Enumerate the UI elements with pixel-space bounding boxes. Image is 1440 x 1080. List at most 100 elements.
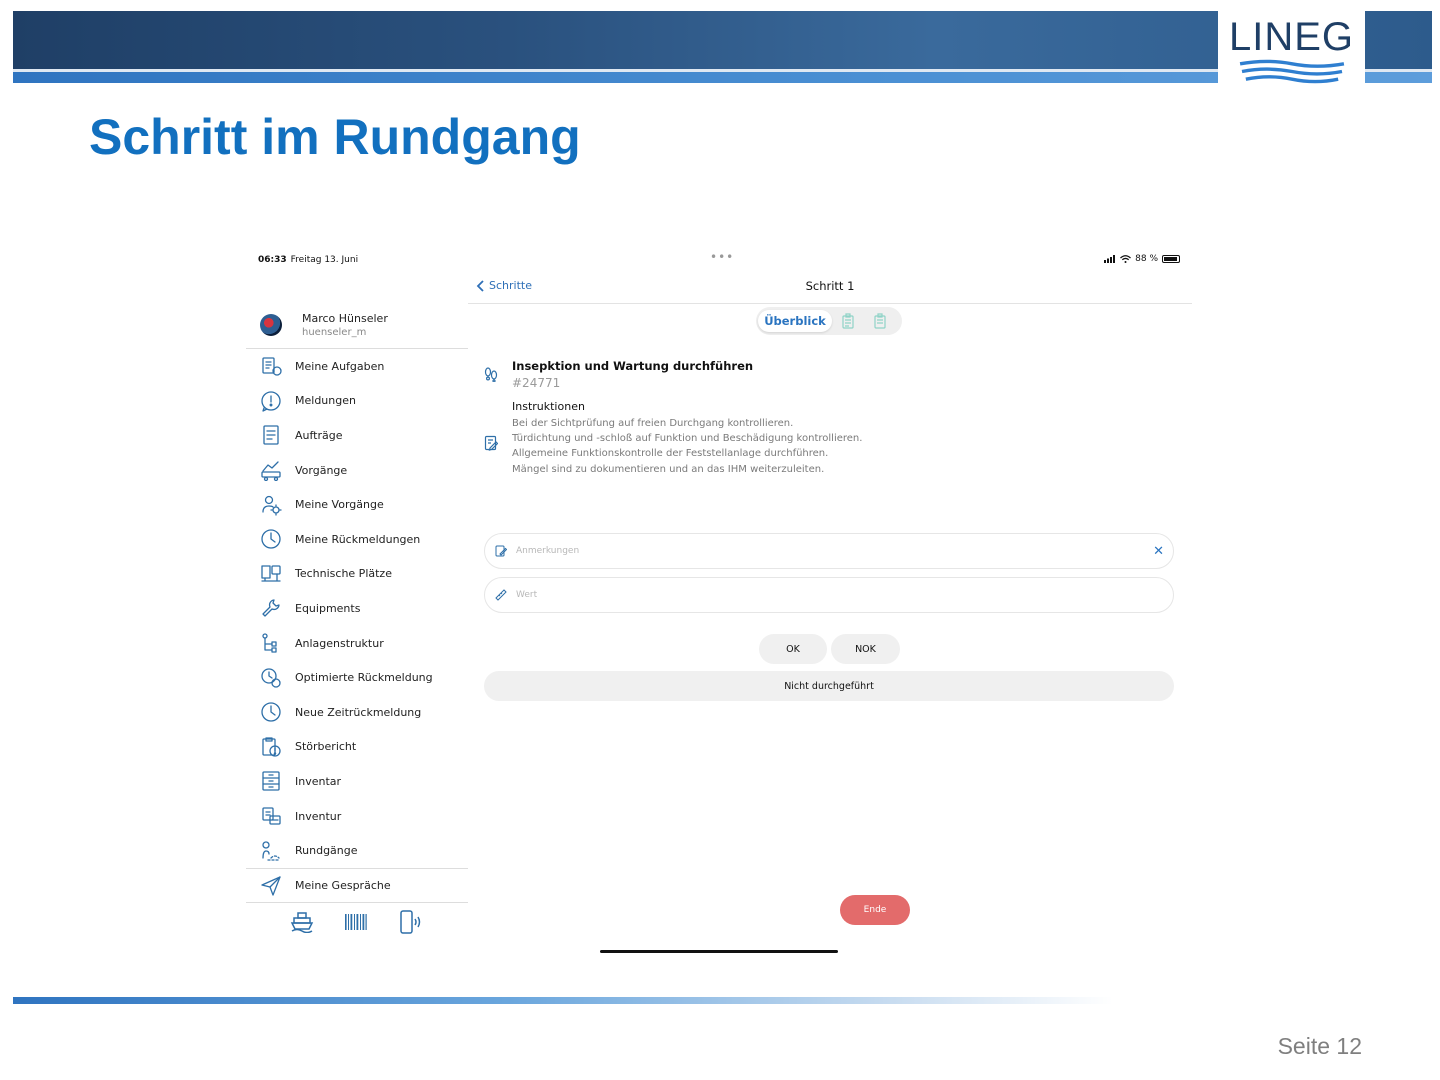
cabinet-icon	[259, 769, 283, 793]
message-alert-icon	[259, 389, 283, 413]
wifi-icon	[1120, 255, 1132, 263]
value-field[interactable]	[484, 577, 1174, 613]
sidebar-item-meine-gespräche[interactable]: Meine Gespräche	[246, 867, 468, 903]
sidebar-item-meine-aufgaben[interactable]: Meine Aufgaben	[246, 349, 468, 384]
clipboard-icon	[874, 313, 886, 329]
clock-icon	[259, 700, 283, 724]
ruler-icon	[495, 589, 507, 601]
user-id: huenseler_m	[302, 327, 367, 338]
tab-notes[interactable]	[864, 313, 896, 329]
hierarchy-icon	[259, 631, 283, 655]
sidebar-item-label: Neue Zeitrückmeldung	[295, 705, 422, 719]
footsteps-icon	[484, 367, 498, 382]
instruction-line: Allgemeine Funktionskontrolle der Festst…	[512, 448, 829, 460]
document-icon	[842, 313, 854, 329]
sidebar-footer	[246, 902, 468, 944]
slide-title: Schritt im Rundgang	[89, 109, 581, 165]
navigation-bar: Schritte Schritt 1	[468, 272, 1192, 304]
signal-icon	[1104, 255, 1116, 263]
sidebar-item-anlagenstruktur[interactable]: Anlagenstruktur	[246, 626, 468, 661]
sidebar-item-meine-vorgänge[interactable]: Meine Vorgänge	[246, 487, 468, 522]
page-number: Seite 12	[1277, 1033, 1362, 1059]
battery-percent: 88 %	[1135, 254, 1158, 264]
sidebar-item-label: Störbericht	[295, 740, 357, 754]
sidebar-item-equipments[interactable]: Equipments	[246, 591, 468, 626]
instructions-text: Bei der Sichtprüfung auf freien Durchgan…	[512, 416, 862, 477]
status-time-text: 06:33	[258, 255, 287, 265]
profile-text: Marco Hünseler huenseler_m	[302, 312, 388, 338]
instruction-line: Mängel sind zu dokumentieren und an das …	[512, 463, 825, 475]
not-done-button[interactable]: Nicht durchgeführt	[484, 671, 1174, 701]
sidebar: Marco Hünseler huenseler_m Meine Aufgabe…	[246, 302, 468, 903]
lineg-logo: LINEG	[1218, 11, 1365, 84]
operation-id: #24771	[512, 376, 561, 390]
sidebar-item-inventur[interactable]: Inventur	[246, 799, 468, 834]
home-indicator[interactable]	[600, 950, 838, 953]
my-process-icon	[259, 493, 283, 517]
sidebar-item-optimierte-rückmeldung[interactable]: Optimierte Rückmeldung	[246, 660, 468, 695]
sidebar-item-inventar[interactable]: Inventar	[246, 764, 468, 799]
order-list-icon	[259, 423, 283, 447]
end-button[interactable]: Ende	[840, 895, 910, 925]
sidebar-item-label: Optimierte Rückmeldung	[295, 671, 433, 685]
ship-icon[interactable]	[290, 911, 314, 937]
sidebar-item-label: Aufträge	[295, 428, 343, 442]
user-name: Marco Hünseler	[302, 312, 388, 325]
sidebar-item-aufträge[interactable]: Aufträge	[246, 418, 468, 453]
remarks-input[interactable]	[516, 546, 1116, 556]
fault-report-icon	[259, 735, 283, 759]
tab-documents[interactable]	[832, 313, 864, 329]
sidebar-item-label: Meine Aufgaben	[295, 359, 385, 373]
sidebar-item-meine-rückmeldungen[interactable]: Meine Rückmeldungen	[246, 522, 468, 557]
battery-icon	[1162, 255, 1180, 263]
remarks-field[interactable]: ✕	[484, 533, 1174, 569]
sidebar-item-neue-zeitrückmeldung[interactable]: Neue Zeitrückmeldung	[246, 695, 468, 730]
inventory-icon	[259, 804, 283, 828]
optimized-feedback-icon	[259, 666, 283, 690]
sidebar-item-vorgänge[interactable]: Vorgänge	[246, 453, 468, 488]
sidebar-item-technische-plätze[interactable]: Technische Plätze	[246, 557, 468, 592]
ok-button[interactable]: OK	[759, 634, 827, 664]
sidebar-item-label: Inventur	[295, 809, 342, 823]
footer-line	[13, 997, 1113, 1004]
send-icon	[259, 874, 283, 898]
tasks-icon	[259, 354, 283, 378]
edit-note-icon	[495, 545, 507, 557]
sidebar-item-label: Technische Plätze	[295, 567, 392, 581]
nav-title: Schritt 1	[805, 279, 855, 293]
instructions-heading: Instruktionen	[512, 400, 585, 413]
technical-place-icon	[259, 562, 283, 586]
segmented-control: Überblick	[756, 307, 902, 335]
nfc-phone-icon[interactable]	[398, 909, 424, 938]
waves-icon	[1239, 59, 1344, 84]
tab-overview[interactable]: Überblick	[758, 310, 832, 332]
value-input[interactable]	[516, 590, 1116, 600]
sidebar-item-label: Meldungen	[295, 394, 356, 408]
sidebar-item-meldungen[interactable]: Meldungen	[246, 384, 468, 419]
clear-icon[interactable]: ✕	[1153, 544, 1164, 559]
sidebar-item-label: Anlagenstruktur	[295, 636, 384, 650]
user-profile[interactable]: Marco Hünseler huenseler_m	[246, 302, 468, 349]
sidebar-item-label: Equipments	[295, 601, 361, 615]
sidebar-item-label: Vorgänge	[295, 463, 348, 477]
status-time: 06:33 Freitag 13. Juni	[258, 255, 358, 265]
multitask-dots[interactable]: •••	[710, 250, 734, 264]
sidebar-item-label: Inventar	[295, 774, 342, 788]
sidebar-item-label: Meine Rückmeldungen	[295, 532, 421, 546]
process-icon	[259, 458, 283, 482]
app-screenshot: 06:33 Freitag 13. Juni ••• 88 % Marco Hün…	[246, 247, 1192, 959]
clock-icon	[259, 527, 283, 551]
sidebar-item-störbericht[interactable]: Störbericht	[246, 730, 468, 765]
status-date: Freitag 13. Juni	[290, 255, 359, 265]
sidebar-item-label: Meine Vorgänge	[295, 498, 384, 512]
status-indicators: 88 %	[1104, 254, 1180, 264]
instruction-line: Bei der Sichtprüfung auf freien Durchgan…	[512, 418, 794, 429]
instructions-icon	[484, 435, 498, 451]
wrench-icon	[259, 596, 283, 620]
sidebar-item-rundgänge[interactable]: Rundgänge	[246, 833, 468, 868]
nok-button[interactable]: NOK	[831, 634, 900, 664]
route-icon	[259, 839, 283, 863]
main-panel: Schritte Schritt 1 Überblick Insepktion …	[468, 272, 1192, 952]
barcode-icon[interactable]	[344, 912, 368, 936]
instruction-line: Türdichtung und -schloß auf Funktion und…	[512, 433, 863, 445]
